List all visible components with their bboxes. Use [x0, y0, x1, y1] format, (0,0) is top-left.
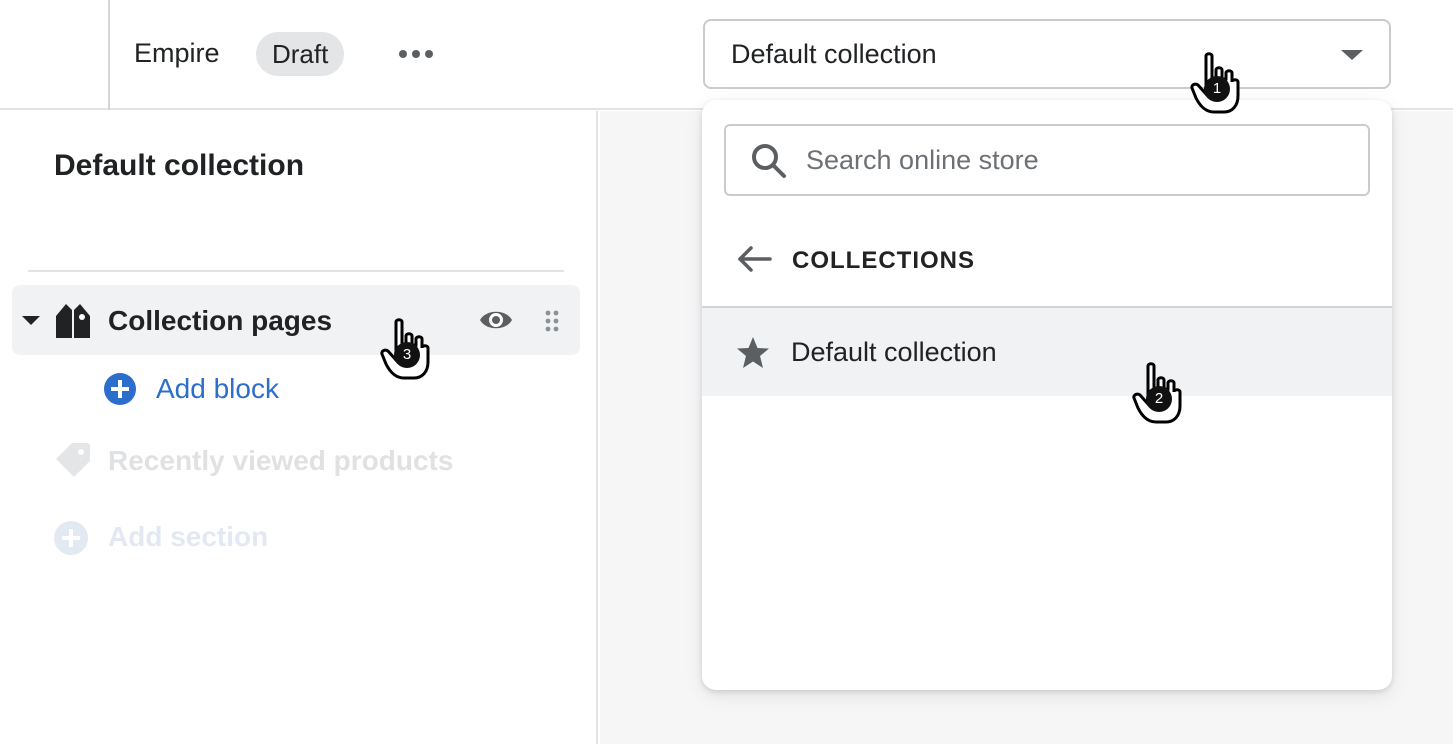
- collection-select[interactable]: Default collection: [703, 19, 1391, 89]
- add-section-label: Add section: [108, 521, 269, 552]
- back-label: COLLECTIONS: [792, 247, 975, 274]
- back-to-collections[interactable]: COLLECTIONS: [736, 240, 1136, 280]
- expand-caret-icon[interactable]: [22, 316, 40, 325]
- star-icon: [737, 337, 769, 368]
- section-label: Recently viewed products: [108, 445, 454, 476]
- divider: [28, 270, 564, 272]
- eye-icon[interactable]: [478, 305, 514, 335]
- option-default-collection[interactable]: Default collection: [702, 308, 1392, 396]
- search-icon: [752, 144, 786, 178]
- page-title: Default collection: [54, 149, 305, 182]
- tag-icon: [56, 443, 90, 477]
- collection-dropdown: COLLECTIONS Default collection: [702, 100, 1392, 690]
- more-horizontal-icon: [399, 50, 407, 58]
- status-badge: Draft: [256, 32, 345, 76]
- theme-name: Empire: [134, 38, 220, 68]
- plus-circle-icon: [104, 373, 136, 405]
- more-actions-button[interactable]: [393, 38, 439, 70]
- topbar-divider: [108, 0, 110, 110]
- collection-tag-icon: [56, 304, 90, 338]
- collection-select-value: Default collection: [731, 39, 937, 69]
- add-block-label: Add block: [156, 373, 279, 404]
- sidebar: Default collection Collection pages Add …: [0, 111, 598, 744]
- arrow-left-icon: [738, 246, 772, 272]
- search-input[interactable]: [806, 136, 1346, 184]
- caret-down-icon: [1341, 50, 1363, 60]
- section-collection-pages[interactable]: Collection pages: [12, 285, 580, 355]
- top-bar: Empire Draft Default collection: [0, 0, 1453, 110]
- section-label: Collection pages: [108, 305, 333, 336]
- search-field[interactable]: [724, 124, 1370, 196]
- option-label: Default collection: [791, 337, 997, 367]
- drag-handle-icon[interactable]: [542, 309, 562, 333]
- plus-circle-icon: [54, 521, 88, 555]
